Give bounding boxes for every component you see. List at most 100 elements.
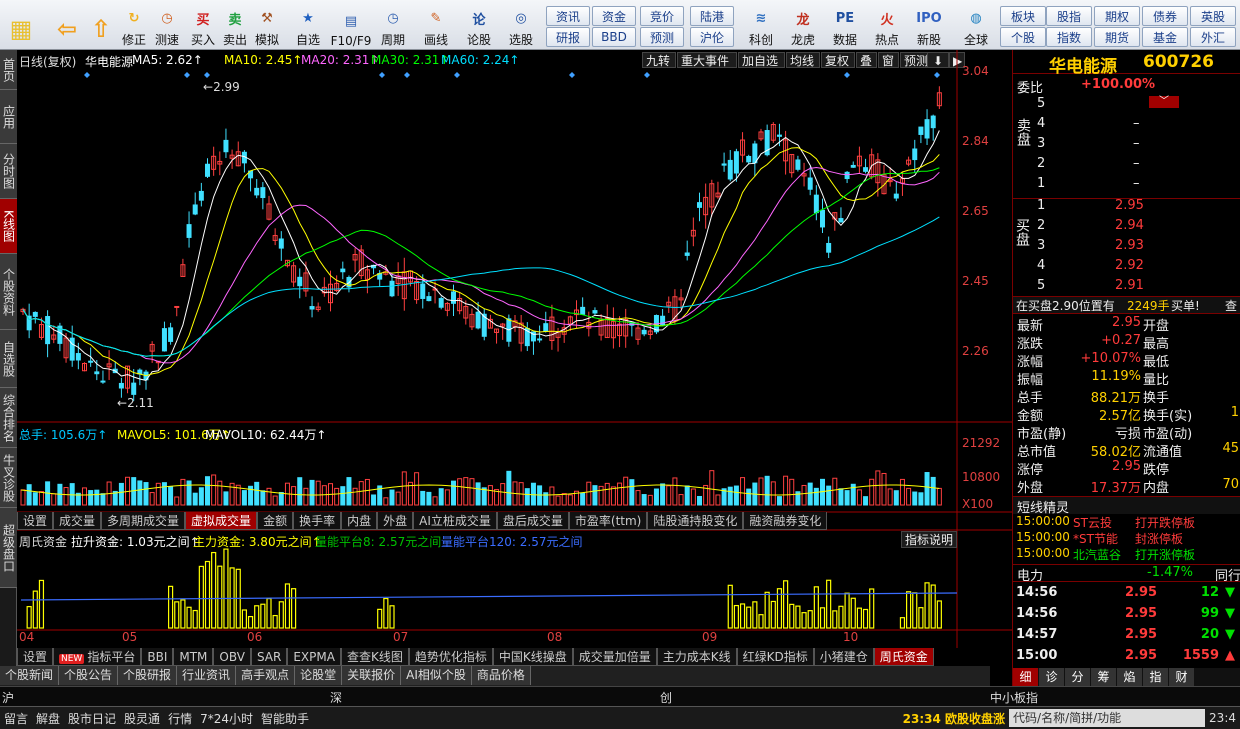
index-sh[interactable]: 沪 [2,689,14,706]
subtabs2-tab-13[interactable]: 小猪建仓 [813,648,874,666]
info-tab-3[interactable]: 行业资讯 [177,666,237,685]
toolbar-fav-button[interactable]: ★ 自选 [288,2,328,48]
quick-4-button[interactable]: 研报 [546,27,590,47]
toolbar-dragon-button[interactable]: 龙龙虎 [786,2,820,48]
subtabs1-tab-6[interactable]: 内盘 [341,512,378,530]
quote-tab-3[interactable]: 筹 [1091,668,1116,686]
index-sz[interactable]: 深 [330,689,342,706]
toolbar-kechuang-button[interactable]: ≋ 科创 [744,2,778,48]
news-ticker[interactable]: 23:34 欧股收盘涨 [899,710,1009,727]
toolbar-global-button[interactable]: ◍ 全球 [954,2,998,48]
bid-row-0[interactable]: 1 2.95 [1033,198,1233,216]
subtabs1-tab-12[interactable]: 融资融券变化 [743,512,828,530]
subtabs1-tab-4[interactable]: 金额 [257,512,294,530]
status-item-5[interactable]: 7*24小时 [196,710,257,727]
quick-16-button[interactable]: 基金 [1142,27,1188,47]
indicator-explain-button[interactable]: 指标说明 [901,531,958,548]
subtabs2-tab-8[interactable]: 趋势优化指标 [408,648,493,666]
quick-3-button[interactable]: 陆港 [690,6,734,26]
toolbar-buy-button[interactable]: 买买入 [188,2,218,48]
quick-13-button[interactable]: 个股 [1000,27,1046,47]
quick-5-button[interactable]: BBD [592,27,636,47]
toolbar-ipo-button[interactable]: IPO 新股 [912,2,946,48]
quick-8-button[interactable]: 板块 [1000,6,1046,26]
toolbar-sell-button[interactable]: 卖卖出 [220,2,250,48]
toolbar-period-button[interactable]: ◷ 周期 [374,2,412,48]
elf-row-2[interactable]: 15:00:00 北汽蓝谷 打开涨停板 [1013,546,1240,564]
bid-row-2[interactable]: 3 2.93 [1033,238,1233,256]
quote-tab-0[interactable]: 细 [1013,668,1038,686]
quick-0-button[interactable]: 资讯 [546,6,590,26]
toolbar-draw-button[interactable]: ✎ 画线 [416,2,456,48]
ask-row-1[interactable]: 4– [1033,116,1233,134]
left-tab-4[interactable]: 个股资料 [0,254,17,330]
info-tab-8[interactable]: 商品价格 [471,666,531,685]
status-item-6[interactable]: 智能助手 [257,710,313,727]
quote-tab-1[interactable]: 诊 [1039,668,1064,686]
quote-tab-5[interactable]: 指 [1143,668,1168,686]
subtabs2-tab-0[interactable]: 设置 [17,648,54,666]
subtabs2-tab-4[interactable]: OBV [213,648,251,666]
info-tab-4[interactable]: 高手观点 [236,666,296,685]
subtabs2-tab-11[interactable]: 主力成本K线 [656,648,737,666]
subtabs1-tab-8[interactable]: AI立桩成交量 [413,512,497,530]
quick-7-button[interactable]: 沪伦 [690,27,734,47]
bid-row-1[interactable]: 2 2.94 [1033,218,1233,236]
left-tab-0[interactable]: 首页 [0,50,17,90]
toolbar-back-button[interactable]: ⇦ [50,2,84,48]
quick-17-button[interactable]: 外汇 [1190,27,1236,47]
quick-10-button[interactable]: 期权 [1094,6,1140,26]
subtabs2-tab-1[interactable]: NEW 指标平台 [53,648,142,666]
subtabs1-tab-2[interactable]: 多周期成交量 [101,512,186,530]
subtabs2-tab-6[interactable]: EXPMA [287,648,341,666]
info-tab-2[interactable]: 个股研报 [118,666,178,685]
left-tab-6[interactable]: 综合排名 [0,388,17,448]
order-notice[interactable]: 在买盘2.90位置有 2249手 买单! 查 [1013,296,1240,314]
toolbar-up-button[interactable]: ⇧ [88,2,114,48]
ask-row-0[interactable]: 5 [1033,96,1233,114]
toolbar-home-button[interactable]: ▦ [4,2,38,48]
quick-15-button[interactable]: 期货 [1094,27,1140,47]
kline-candles[interactable] [17,50,1012,648]
toolbar-fix-button[interactable]: ↻ 修正 [118,2,150,48]
toolbar-stock-button[interactable]: 论论股 [462,2,496,48]
status-item-1[interactable]: 解盘 [32,710,64,727]
info-tab-5[interactable]: 论股堂 [295,666,343,685]
search-box[interactable]: 代码/名称/简拼/功能 [1009,709,1206,727]
toolbar-test-button[interactable]: ◷ 测速 [152,2,182,48]
quick-11-button[interactable]: 债券 [1142,6,1188,26]
status-item-3[interactable]: 股灵通 [120,710,164,727]
status-item-2[interactable]: 股市日记 [64,710,120,727]
info-tab-0[interactable]: 个股新闻 [0,666,60,685]
toolbar-data-button[interactable]: PE 数据 [828,2,862,48]
index-cy[interactable]: 创 [660,689,672,706]
toolbar-hot-button[interactable]: 火热点 [870,2,904,48]
quick-9-button[interactable]: 股指 [1046,6,1092,26]
subtabs2-tab-2[interactable]: BBI [141,648,174,666]
info-tab-6[interactable]: 关联报价 [342,666,402,685]
toolbar-select-button[interactable]: ◎ 选股 [500,2,542,48]
quick-12-button[interactable]: 英股 [1190,6,1236,26]
subtabs1-tab-7[interactable]: 外盘 [377,512,414,530]
quote-tab-4[interactable]: 焰 [1117,668,1142,686]
ask-row-4[interactable]: 1– [1033,176,1233,194]
quick-1-button[interactable]: 资金 [592,6,636,26]
subtabs1-tab-5[interactable]: 换手率 [293,512,342,530]
subtabs2-tab-14[interactable]: 周氏资金 [873,648,934,666]
left-tab-5[interactable]: 自选股 [0,330,17,388]
bid-row-3[interactable]: 4 2.92 [1033,258,1233,276]
quick-2-button[interactable]: 竞价 [640,6,684,26]
status-item-4[interactable]: 行情 [164,710,196,727]
subtabs2-tab-10[interactable]: 成交量加倍量 [572,648,657,666]
left-tab-3[interactable]: K线图 [0,199,17,254]
subtabs2-tab-3[interactable]: MTM [173,648,214,666]
info-tab-1[interactable]: 个股公告 [59,666,119,685]
toolbar-sim-button[interactable]: ⚒ 模拟 [252,2,282,48]
subtabs1-tab-9[interactable]: 盘后成交量 [496,512,569,530]
index-zxb[interactable]: 中小板指 [990,689,1038,706]
subtabs1-tab-11[interactable]: 陆股通持股变化 [647,512,744,530]
subtabs1-tab-3[interactable]: 虚拟成交量 [185,512,258,530]
ask-row-2[interactable]: 3– [1033,136,1233,154]
quote-tab-2[interactable]: 分 [1065,668,1090,686]
toolbar-f10-button[interactable]: ▤ F10/F9 [330,2,372,49]
